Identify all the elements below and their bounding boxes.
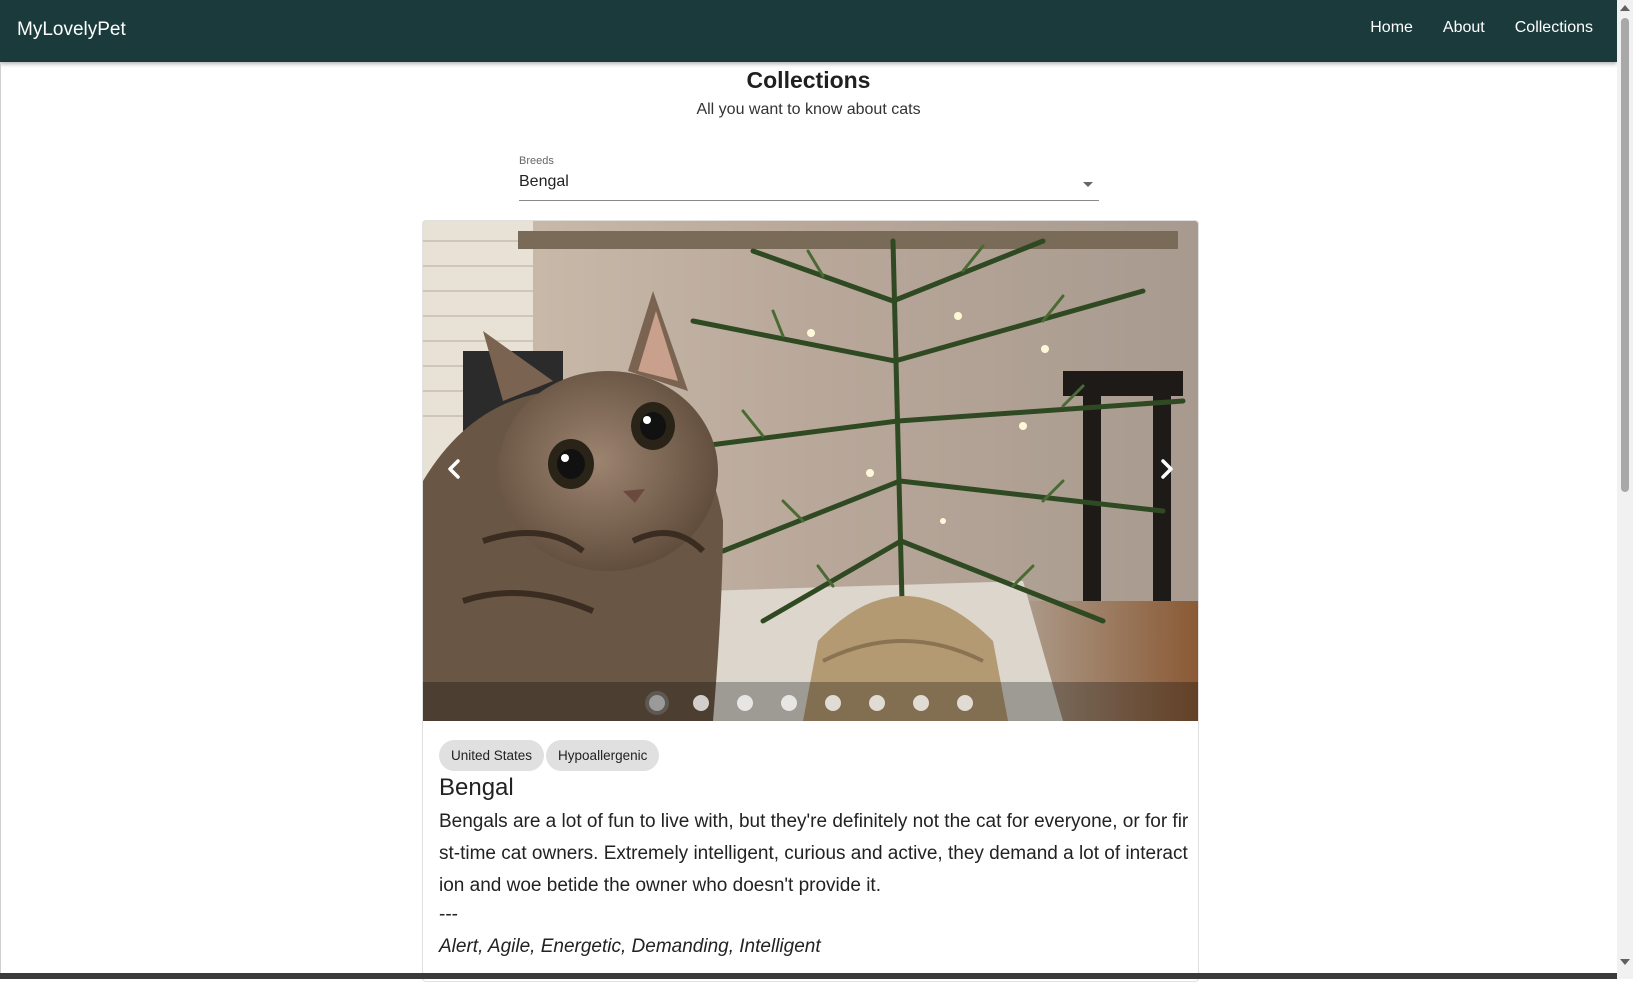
carousel-dot-1[interactable] <box>648 695 665 711</box>
cat-photo <box>423 221 1198 721</box>
top-nav: Home About Collections <box>1340 19 1593 37</box>
carousel-dot-4[interactable] <box>780 695 797 711</box>
carousel-dot-7[interactable] <box>912 695 929 711</box>
page-title: Collections <box>746 67 871 93</box>
breed-card: United States Hypoallergenic Bengal Beng… <box>422 220 1199 982</box>
description-separator: --- <box>439 904 458 925</box>
scroll-down-arrow-icon[interactable] <box>1620 959 1630 965</box>
nav-collections[interactable]: Collections <box>1515 19 1593 37</box>
carousel-indicators <box>423 695 1198 711</box>
chevron-right-icon <box>1161 459 1173 479</box>
tag-hypoallergenic-chip[interactable]: Hypoallergenic <box>546 740 660 771</box>
carousel-dot-8[interactable] <box>956 695 973 711</box>
breed-name: Bengal <box>439 774 514 801</box>
page-left-border <box>0 62 1 973</box>
page-subtitle: All you want to know about cats <box>696 101 921 118</box>
scroll-up-arrow-icon[interactable] <box>1620 5 1630 11</box>
caret-down-icon <box>1083 182 1093 187</box>
chevron-left-icon <box>448 459 460 479</box>
breed-select-value: Bengal <box>519 173 569 190</box>
scrollbar-thumb[interactable] <box>1621 18 1629 492</box>
nav-about[interactable]: About <box>1443 19 1485 37</box>
brand-title[interactable]: MyLovelyPet <box>17 19 126 41</box>
window-bottom-edge <box>0 973 1617 979</box>
carousel-dot-3[interactable] <box>736 695 753 711</box>
carousel-dot-5[interactable] <box>824 695 841 711</box>
breed-select[interactable]: Breeds Bengal <box>519 155 1099 201</box>
carousel-prev-button[interactable] <box>440 454 470 484</box>
page-scrollbar[interactable] <box>1617 0 1633 979</box>
carousel-dot-2[interactable] <box>692 695 709 711</box>
nav-home[interactable]: Home <box>1370 19 1413 37</box>
breed-tags: United States Hypoallergenic <box>439 740 660 771</box>
carousel-dot-6[interactable] <box>868 695 885 711</box>
app-bar: MyLovelyPet Home About Collections <box>0 0 1617 62</box>
breed-temperament: Alert, Agile, Energetic, Demanding, Inte… <box>439 936 821 957</box>
breed-description: Bengals are a lot of fun to live with, b… <box>439 811 1189 896</box>
breed-select-label: Breeds <box>519 155 554 167</box>
tag-origin-chip[interactable]: United States <box>439 740 545 771</box>
carousel-next-button[interactable] <box>1151 454 1181 484</box>
